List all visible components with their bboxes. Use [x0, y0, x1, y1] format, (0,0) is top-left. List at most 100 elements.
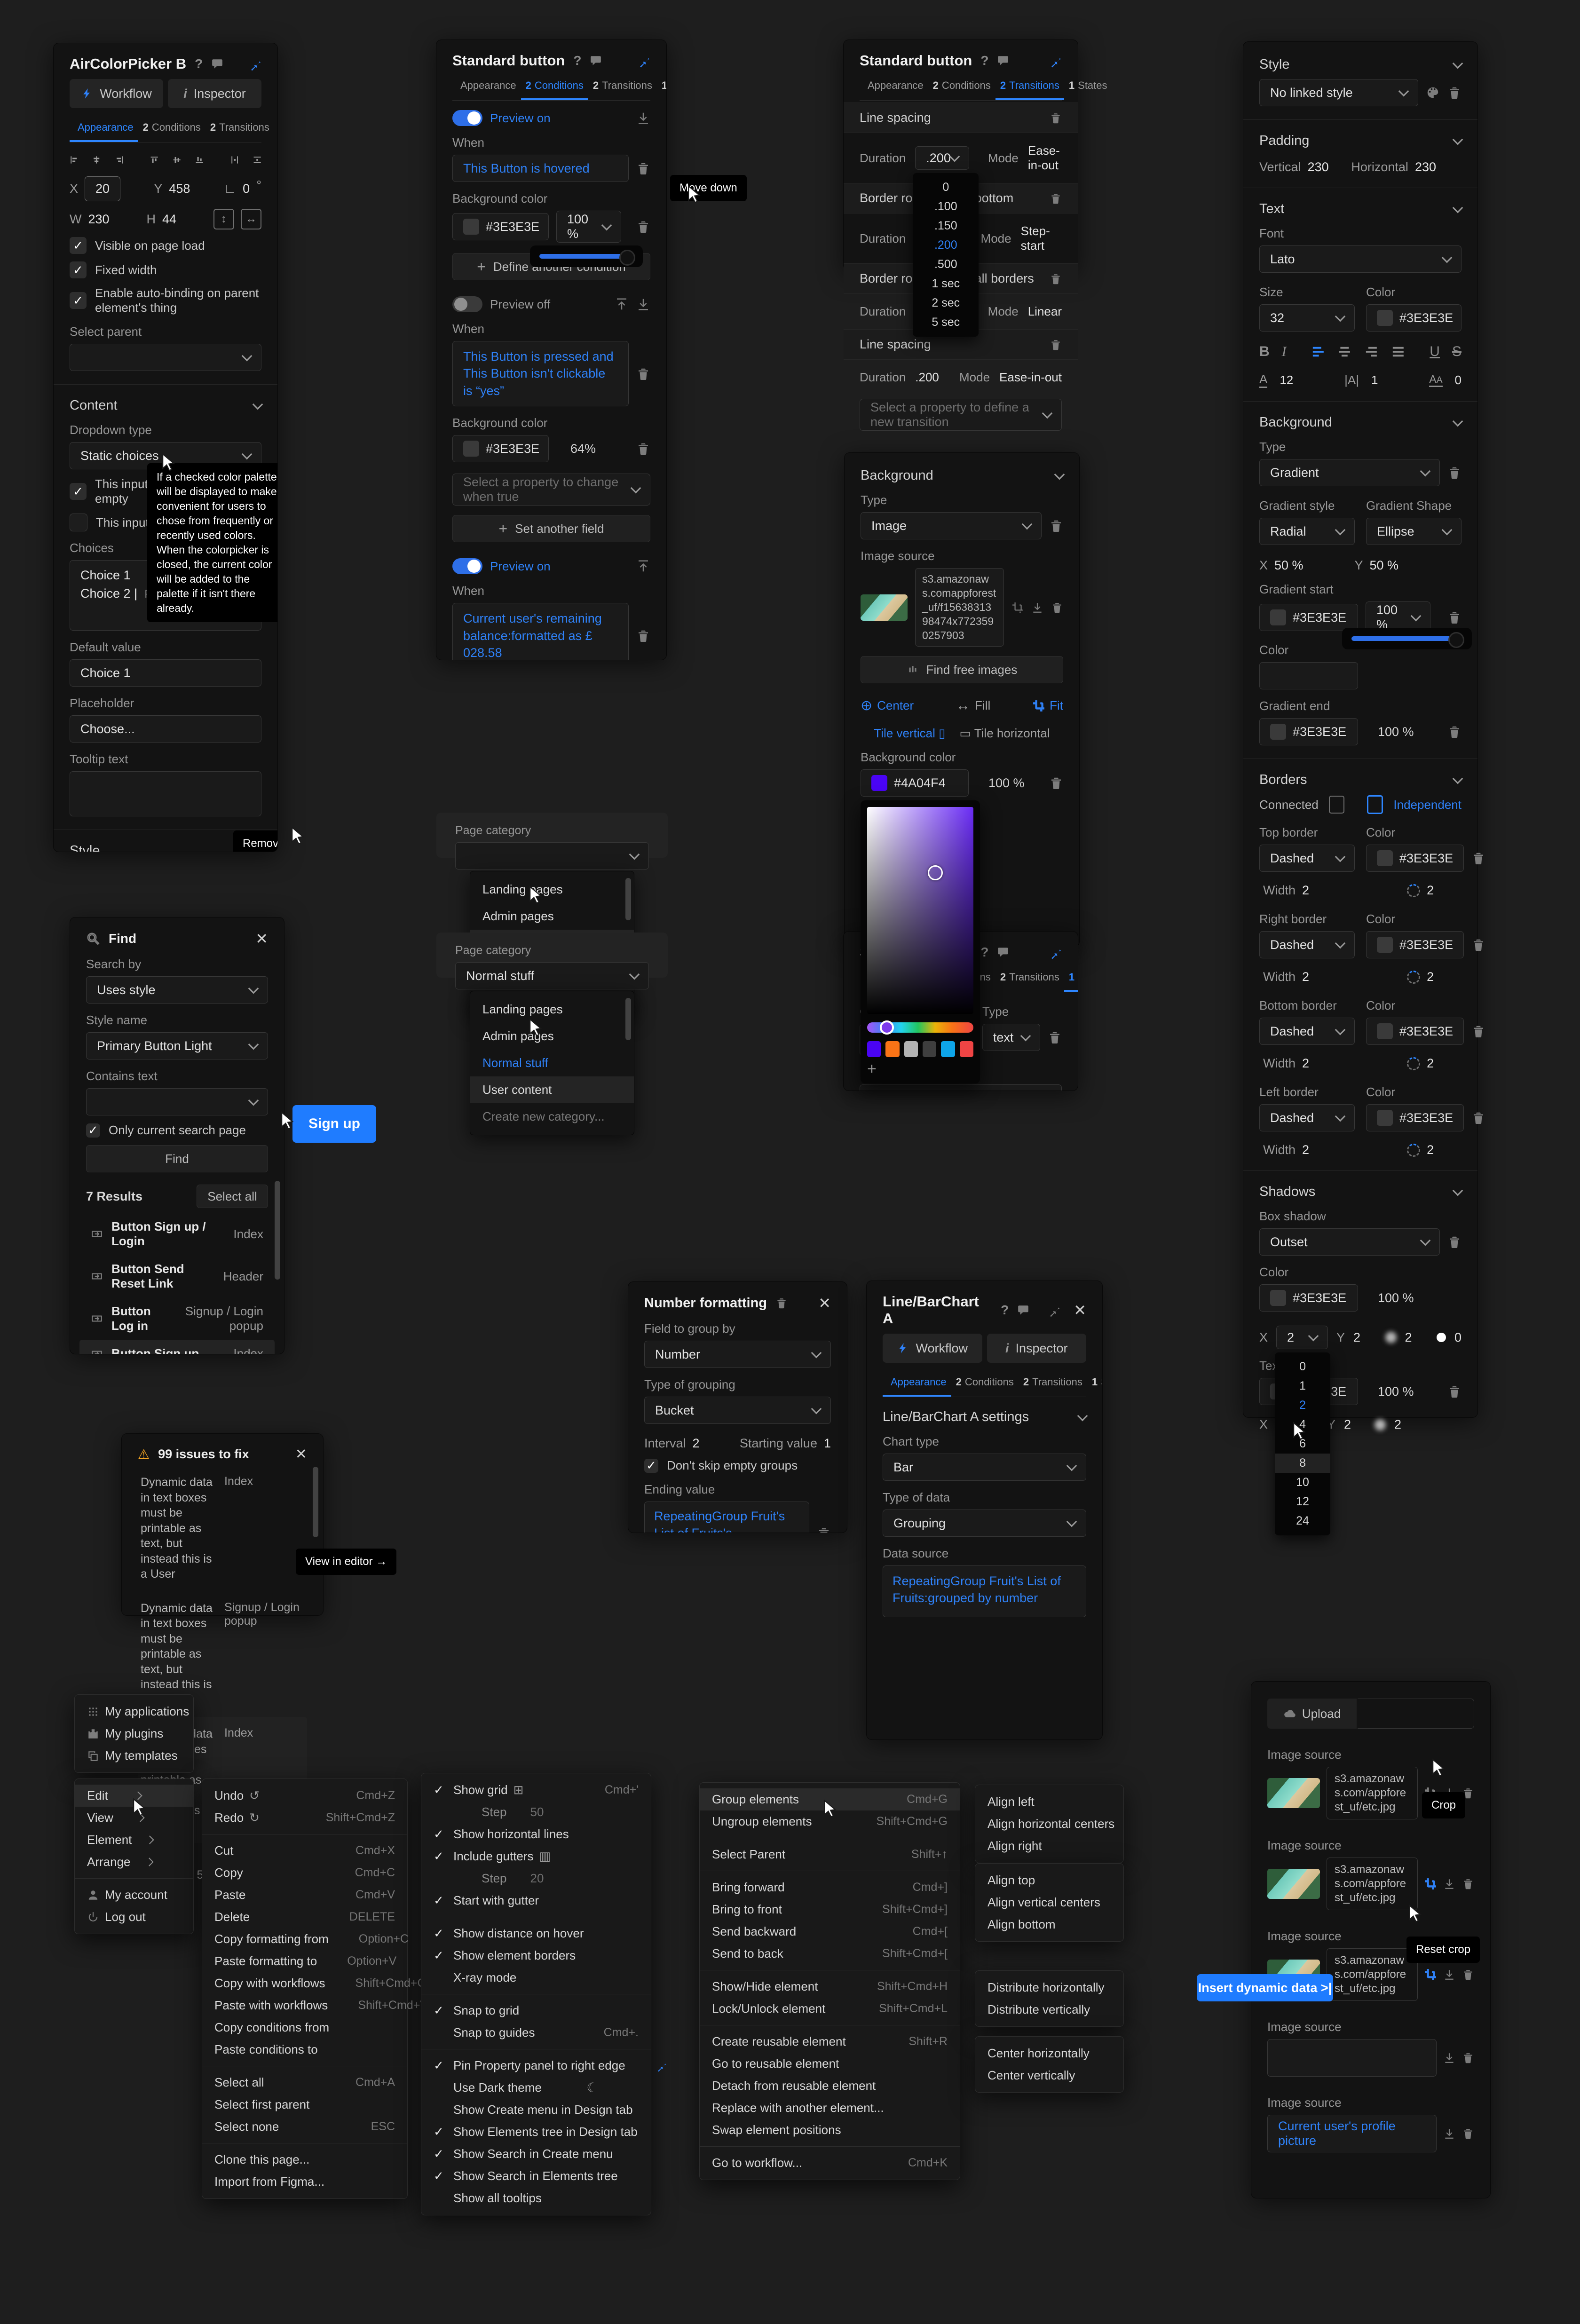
text-shadow-y[interactable]: 2 — [1344, 1417, 1351, 1432]
move-down-icon[interactable] — [636, 297, 650, 311]
menu-item[interactable]: ✓Undo↺Cmd+Z — [202, 1785, 407, 1807]
trash-icon[interactable] — [636, 629, 650, 643]
align-right-icon[interactable] — [115, 151, 124, 169]
opacity-slider[interactable] — [1342, 628, 1472, 649]
connected-checkbox[interactable] — [1329, 796, 1344, 814]
option[interactable]: .150 — [913, 216, 979, 236]
crop-icon[interactable] — [1011, 601, 1024, 614]
image-thumbnail[interactable] — [1267, 1778, 1320, 1808]
color-input[interactable]: #4A04F4 — [861, 769, 969, 797]
hue-knob[interactable] — [880, 1020, 894, 1035]
tile-horizontal-button[interactable]: ▭ Tile horizontal — [959, 726, 1050, 741]
download-icon[interactable] — [1443, 2127, 1455, 2140]
menu-item[interactable]: ✓Swap element positions — [700, 2119, 960, 2141]
border-roundness[interactable]: 2 — [1427, 1143, 1434, 1157]
menu-item[interactable]: ✓Show element borders ☾ — [421, 1945, 651, 1967]
inspector-button[interactable]: iInspector — [168, 79, 261, 108]
line-height-value[interactable]: 12 — [1280, 373, 1293, 387]
padding-horizontal[interactable]: 230 — [1415, 160, 1436, 174]
preview-toggle[interactable] — [452, 296, 482, 312]
menu-item[interactable]: ✓ Log out — [75, 1906, 193, 1928]
color-cursor[interactable] — [928, 865, 943, 880]
menu-item[interactable]: ✓Bring forwardCmd+] — [700, 1876, 960, 1898]
shadow-color-input[interactable]: #3E3E3E — [1259, 1284, 1358, 1312]
trash-icon[interactable] — [1462, 1878, 1474, 1890]
menu-item[interactable]: ✓Detach from reusable element — [700, 2075, 960, 2097]
menu-item[interactable]: ✓Go to workflow...Cmd+K — [700, 2152, 960, 2174]
opacity-select[interactable]: 100 % — [556, 211, 621, 243]
menu-item[interactable]: ✓Replace with another element... — [700, 2097, 960, 2119]
data-type-select[interactable]: Grouping — [883, 1510, 1086, 1537]
issue-row[interactable]: Dynamic data in text boxes must be print… — [138, 1465, 307, 1591]
tab[interactable]: 2Conditions — [928, 73, 995, 100]
pin-icon[interactable] — [1046, 1303, 1060, 1317]
menu-item[interactable]: ✓Snap to grid ☾ — [421, 2000, 651, 2022]
trash-icon[interactable] — [1462, 1968, 1474, 1981]
shadow-y[interactable]: 2 — [1353, 1330, 1360, 1345]
download-icon[interactable] — [1443, 2052, 1455, 2064]
close-icon[interactable]: ✕ — [255, 930, 268, 948]
trash-icon[interactable] — [1051, 601, 1063, 614]
tab[interactable]: 1States — [1087, 1369, 1103, 1397]
border-width[interactable]: 2 — [1302, 1143, 1309, 1157]
duration-select[interactable]: .200 0.100.150.200.5001 sec2 sec5 sec — [915, 146, 969, 170]
ending-value-input[interactable]: RepeatingGroup Fruit's List of Fruits's … — [644, 1502, 809, 1533]
help-icon[interactable]: ? — [1001, 1303, 1009, 1318]
menu-item[interactable]: ✓Step20 ☾ — [421, 1867, 651, 1889]
pin-icon[interactable] — [1048, 54, 1062, 68]
new-transition-dropdown[interactable]: Select a property to define a new transi… — [860, 399, 1062, 431]
trash-icon[interactable] — [1447, 466, 1462, 480]
option[interactable]: Landing pages — [470, 996, 634, 1023]
upload-button[interactable]: Upload — [1267, 1699, 1357, 1729]
align-top-icon[interactable] — [150, 151, 158, 169]
menu-item[interactable]: Center vertically — [975, 2064, 1123, 2087]
border-roundness[interactable]: 2 — [1427, 883, 1434, 898]
trash-icon[interactable] — [1050, 273, 1062, 285]
menu-item[interactable]: ✓CutCmd+X — [202, 1840, 407, 1862]
find-result-row[interactable]: Button Log in Signup / Login popup — [86, 1297, 268, 1340]
menu-item[interactable]: ✓Paste formatting toOption+V — [202, 1950, 407, 1972]
underline-button[interactable]: U — [1430, 344, 1440, 360]
move-up-icon[interactable] — [615, 297, 629, 311]
padding-vertical[interactable]: 230 — [1308, 160, 1329, 174]
menu-item[interactable]: ✓Start with gutter ☾ — [421, 1889, 651, 1912]
trash-icon[interactable] — [1447, 1235, 1462, 1249]
align-left-icon[interactable] — [70, 151, 78, 169]
menu-item[interactable]: ✓Bring to frontShift+Cmd+] — [700, 1898, 960, 1921]
position-center-button[interactable]: ⊕Center — [861, 697, 914, 714]
menu-item[interactable]: ✓Snap to guides ☾ Cmd+. — [421, 2022, 651, 2044]
height-value[interactable]: 44 — [162, 212, 176, 227]
help-icon[interactable]: ? — [195, 56, 203, 71]
image-thumbnail[interactable] — [1267, 1869, 1320, 1899]
y-value[interactable]: 458 — [169, 182, 190, 196]
menu-item[interactable]: ✓ My templates ☾ — [75, 1745, 193, 1767]
option[interactable]: 1 — [1275, 1376, 1330, 1396]
menu-item[interactable]: ✓Show Search in Create menu ☾ — [421, 2143, 651, 2165]
menu-item[interactable]: ✓Paste conditions to — [202, 2039, 407, 2061]
collapse-icon[interactable] — [1453, 773, 1463, 784]
crop-icon[interactable] — [1424, 1878, 1437, 1890]
menu-item[interactable]: ✓Show Search in Elements tree ☾ — [421, 2165, 651, 2187]
color-swatch[interactable] — [867, 1041, 881, 1057]
background-type-select[interactable]: Image — [861, 512, 1042, 539]
find-result-row[interactable]: Button Send Reset Link Header — [86, 1255, 268, 1297]
option[interactable]: 5 sec — [913, 313, 979, 332]
border-width[interactable]: 2 — [1302, 1056, 1309, 1071]
linked-style-select[interactable]: No linked style — [1259, 79, 1418, 106]
starting-value[interactable]: 1 — [824, 1436, 831, 1451]
menu-item[interactable]: ✓Show distance on hover ☾ — [421, 1922, 651, 1945]
select-all-button[interactable]: Select all — [197, 1185, 268, 1208]
menu-item[interactable]: ✓Import from Figma... — [202, 2171, 407, 2193]
menu-item[interactable]: ✓ Element — [75, 1829, 193, 1851]
menu-item[interactable]: ✓Show all tooltips ☾ — [421, 2187, 651, 2209]
add-swatch-button[interactable]: + — [867, 1061, 973, 1077]
menu-item[interactable]: ✓Show horizontal lines ☾ — [421, 1823, 651, 1845]
upload-field[interactable] — [1358, 1699, 1474, 1729]
data-source-input[interactable]: RepeatingGroup Fruit's List of Fruits:gr… — [883, 1565, 1086, 1617]
menu-item[interactable]: ✓Step50 ☾ — [421, 1801, 651, 1823]
menu-item[interactable]: Align right — [975, 1835, 1123, 1857]
gradient-color-input[interactable] — [1259, 662, 1358, 689]
close-icon[interactable]: ✕ — [818, 1294, 831, 1312]
select-parent-dropdown[interactable] — [70, 344, 261, 371]
image-url-input[interactable]: s3.amazonaws.com/appforest_uf/etc.jpg — [1327, 1948, 1418, 2001]
